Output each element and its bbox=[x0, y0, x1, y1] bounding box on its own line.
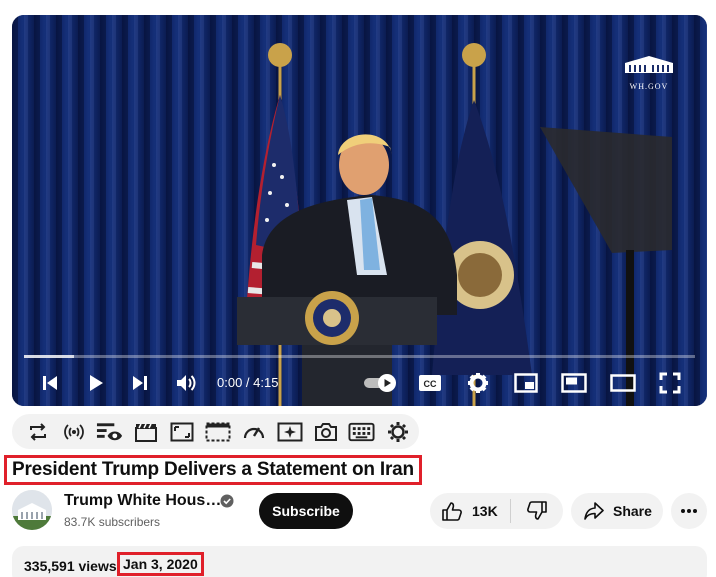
dislike-button[interactable] bbox=[511, 493, 563, 529]
video-player[interactable]: WH.GOV 0:00 / 4:15 CC bbox=[12, 15, 707, 406]
share-label: Share bbox=[613, 503, 652, 519]
more-actions-button[interactable] bbox=[671, 493, 707, 529]
share-arrow-icon bbox=[584, 502, 604, 520]
upload-date-highlight: Jan 3, 2020 bbox=[117, 552, 204, 576]
crop-button[interactable] bbox=[168, 418, 195, 445]
video-title: President Trump Delivers a Statement on … bbox=[12, 459, 414, 480]
play-button[interactable] bbox=[82, 363, 110, 403]
broadcast-icon bbox=[63, 423, 84, 440]
white-house-icon bbox=[12, 490, 52, 530]
settings-button[interactable] bbox=[464, 363, 492, 403]
verified-badge-icon bbox=[220, 494, 234, 508]
description-box[interactable]: 335,591 views Jan 3, 2020 bbox=[12, 546, 707, 577]
view-count: 335,591 views bbox=[24, 558, 117, 574]
autoplay-toggle[interactable] bbox=[362, 363, 400, 403]
previous-button[interactable] bbox=[36, 363, 64, 403]
volume-button[interactable] bbox=[172, 363, 200, 403]
miniplayer-icon bbox=[514, 373, 538, 393]
thumbs-down-icon bbox=[527, 501, 547, 520]
keyboard-button[interactable] bbox=[348, 418, 375, 445]
wide-mode-button[interactable] bbox=[608, 363, 638, 403]
clapper-button[interactable] bbox=[132, 418, 159, 445]
progress-bar[interactable] bbox=[24, 355, 695, 358]
broadcast-button[interactable] bbox=[60, 418, 87, 445]
crop-icon bbox=[170, 422, 193, 441]
wh-watermark-text: WH.GOV bbox=[629, 82, 669, 91]
wh-watermark: WH.GOV bbox=[621, 53, 677, 91]
closed-captions-icon: CC bbox=[419, 375, 441, 391]
channel-avatar[interactable] bbox=[12, 490, 52, 530]
playlist-eye-icon bbox=[96, 422, 123, 440]
gear-icon bbox=[387, 421, 408, 442]
sparkle-icon bbox=[277, 422, 302, 441]
dashed-frame-button[interactable] bbox=[204, 418, 231, 445]
upload-date: Jan 3, 2020 bbox=[123, 556, 198, 572]
speedometer-icon bbox=[243, 426, 264, 438]
picture-in-picture-icon bbox=[561, 373, 587, 393]
extension-settings-button[interactable] bbox=[384, 418, 411, 445]
channel-name[interactable]: Trump White Hous… bbox=[64, 492, 221, 510]
video-title-highlight: President Trump Delivers a Statement on … bbox=[4, 455, 422, 485]
subscribe-button[interactable]: Subscribe bbox=[259, 493, 353, 529]
volume-icon bbox=[177, 375, 196, 391]
dashed-frame-icon bbox=[205, 422, 230, 441]
miniplayer-button[interactable] bbox=[512, 363, 540, 403]
progress-played bbox=[24, 355, 75, 358]
next-button[interactable] bbox=[126, 363, 154, 403]
play-icon bbox=[90, 375, 103, 391]
loop-icon bbox=[29, 422, 46, 441]
sparkle-button[interactable] bbox=[276, 418, 303, 445]
like-button[interactable]: 13K bbox=[430, 493, 510, 529]
player-controls: 0:00 / 4:15 CC bbox=[12, 363, 707, 403]
svg-text:CC: CC bbox=[424, 379, 437, 389]
clapper-icon bbox=[134, 423, 157, 442]
skip-next-icon bbox=[133, 376, 147, 390]
time-display: 0:00 / 4:15 bbox=[217, 375, 279, 390]
share-button[interactable]: Share bbox=[571, 493, 663, 529]
loop-button[interactable] bbox=[24, 418, 51, 445]
video-frame bbox=[12, 15, 707, 406]
like-dislike-group: 13K bbox=[430, 493, 563, 529]
screenshot-button[interactable] bbox=[312, 418, 339, 445]
autoplay-toggle-icon bbox=[364, 374, 396, 392]
captions-button[interactable]: CC bbox=[416, 363, 444, 403]
thumbs-up-icon bbox=[442, 502, 462, 521]
playlist-eye-button[interactable] bbox=[96, 418, 123, 445]
speed-button[interactable] bbox=[240, 418, 267, 445]
theater-icon bbox=[610, 374, 636, 392]
more-horizontal-icon bbox=[681, 509, 697, 513]
white-house-icon bbox=[625, 56, 673, 73]
fullscreen-button[interactable] bbox=[656, 363, 684, 403]
camera-icon bbox=[314, 422, 337, 441]
skip-previous-icon bbox=[43, 376, 57, 390]
subscriber-count: 83.7K subscribers bbox=[64, 515, 161, 529]
theater-mode-button[interactable] bbox=[560, 363, 588, 403]
gear-icon bbox=[468, 373, 488, 393]
like-count: 13K bbox=[472, 503, 498, 519]
keyboard-icon bbox=[348, 422, 375, 441]
fullscreen-icon bbox=[659, 372, 681, 394]
extension-toolbar bbox=[12, 414, 419, 449]
